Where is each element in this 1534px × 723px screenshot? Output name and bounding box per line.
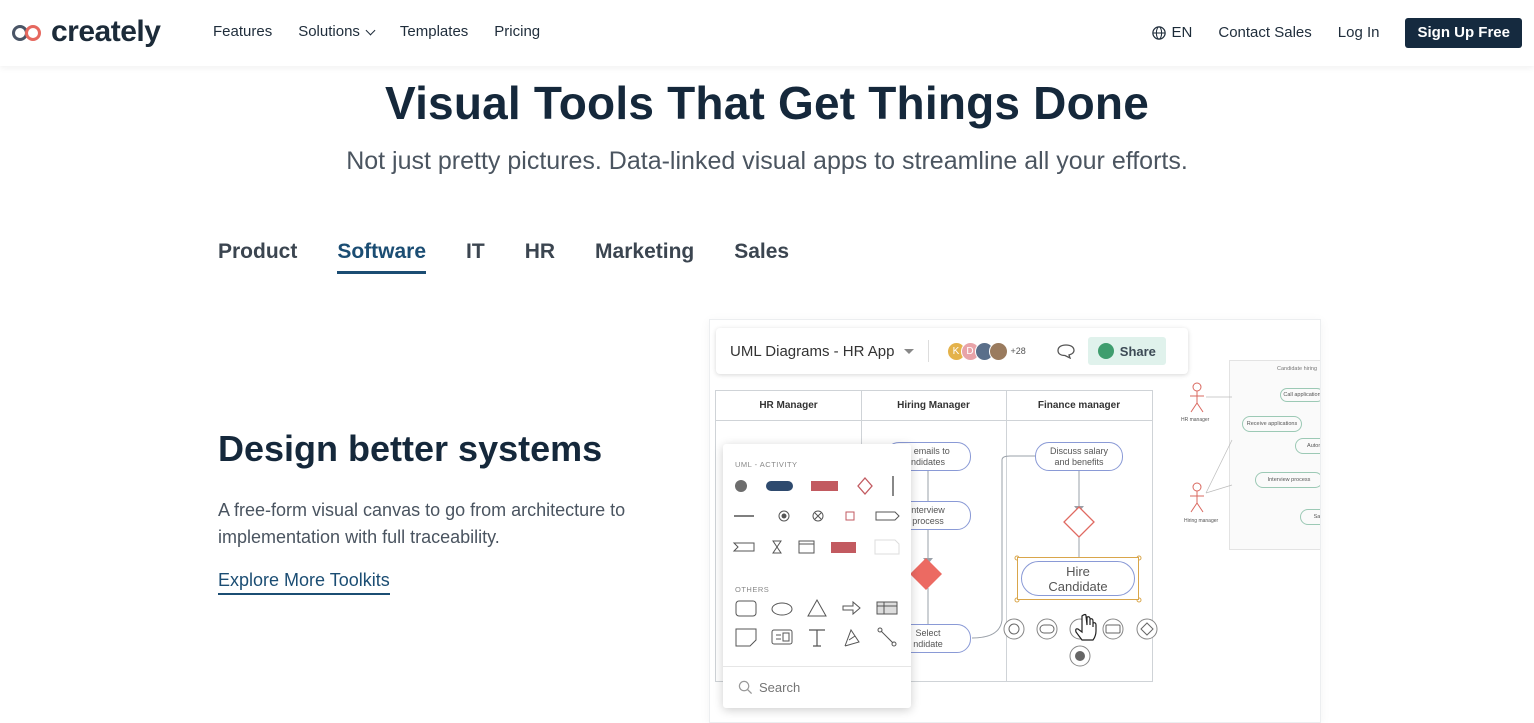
tab-product[interactable]: Product — [218, 240, 297, 274]
tab-it[interactable]: IT — [466, 240, 485, 274]
nav-solutions[interactable]: Solutions — [298, 22, 376, 42]
top-navbar: creately Features Solutions Templates Pr… — [0, 0, 1534, 66]
signup-button[interactable]: Sign Up Free — [1405, 17, 1522, 48]
node-hire-candidate[interactable]: Hire Candidate — [1017, 557, 1139, 600]
shape-search-input[interactable] — [759, 680, 889, 695]
search-icon — [738, 680, 753, 695]
actor-label: Hiring manager — [1184, 518, 1219, 524]
section-title: Design better systems — [218, 428, 603, 469]
mini-title: Candidate hiring — [1277, 366, 1318, 372]
creately-logo[interactable]: creately — [11, 15, 161, 48]
usecase: Receive applications — [1242, 416, 1302, 432]
login-link[interactable]: Log In — [1338, 23, 1380, 43]
logo-mark-icon — [11, 20, 47, 44]
language-label: EN — [1171, 24, 1193, 41]
tab-hr[interactable]: HR — [525, 240, 555, 274]
tab-sales[interactable]: Sales — [734, 240, 789, 274]
node-discuss-salary[interactable]: Discuss salary and benefits — [1035, 442, 1123, 471]
mini-actors — [1190, 382, 1233, 513]
nav-solutions-label: Solutions — [298, 23, 360, 40]
usecase: Autom — [1295, 438, 1320, 454]
nav-features[interactable]: Features — [213, 22, 272, 42]
contact-sales-link[interactable]: Contact Sales — [1218, 23, 1311, 43]
use-case-diagram[interactable]: Candidate hiring Call application Receiv… — [1229, 360, 1320, 550]
nav-actions: EN Contact Sales Log In Sign Up Free — [1151, 17, 1522, 48]
logo-wordmark: creately — [51, 15, 161, 48]
node-hire-label: Hire Candidate — [1048, 563, 1108, 594]
usecase: Call application — [1280, 388, 1320, 402]
hero-title: Visual Tools That Get Things Done — [385, 77, 1149, 129]
decision-shape[interactable] — [857, 477, 873, 495]
tab-marketing[interactable]: Marketing — [595, 240, 694, 274]
primary-nav: Features Solutions Templates Pricing — [213, 22, 566, 42]
panel-section-others: OTHERS — [735, 585, 770, 594]
hero-subtitle: Not just pretty pictures. Data-linked vi… — [346, 147, 1188, 175]
uml-shape-grid[interactable] — [723, 470, 911, 560]
language-selector[interactable]: EN — [1151, 24, 1193, 41]
section-description: A free-form visual canvas to go from arc… — [218, 500, 626, 547]
initial-node-shape[interactable] — [735, 480, 747, 492]
shape-library-panel: UML - ACTIVITY OTHERS — [723, 444, 911, 708]
action-shape[interactable] — [766, 481, 793, 491]
explore-toolkits-link[interactable]: Explore More Toolkits — [218, 570, 390, 595]
category-tabs: Product Software IT HR Marketing Sales — [218, 240, 829, 274]
globe-icon — [1151, 25, 1166, 40]
shape-search — [723, 666, 911, 708]
panel-section-uml: UML - ACTIVITY — [735, 460, 798, 469]
nav-templates[interactable]: Templates — [400, 22, 468, 42]
other-shape-grid[interactable] — [723, 596, 911, 666]
nav-pricing[interactable]: Pricing — [494, 22, 540, 42]
usecase: Interview process — [1255, 472, 1320, 488]
actor-label: HR manager — [1181, 417, 1210, 423]
app-preview: UML Diagrams - HR App K D +28 Share HR M… — [709, 319, 1321, 723]
chevron-down-icon — [365, 25, 376, 35]
usecase: Salar — [1300, 509, 1320, 525]
activity-shape[interactable] — [811, 481, 838, 491]
tab-software[interactable]: Software — [337, 240, 427, 274]
